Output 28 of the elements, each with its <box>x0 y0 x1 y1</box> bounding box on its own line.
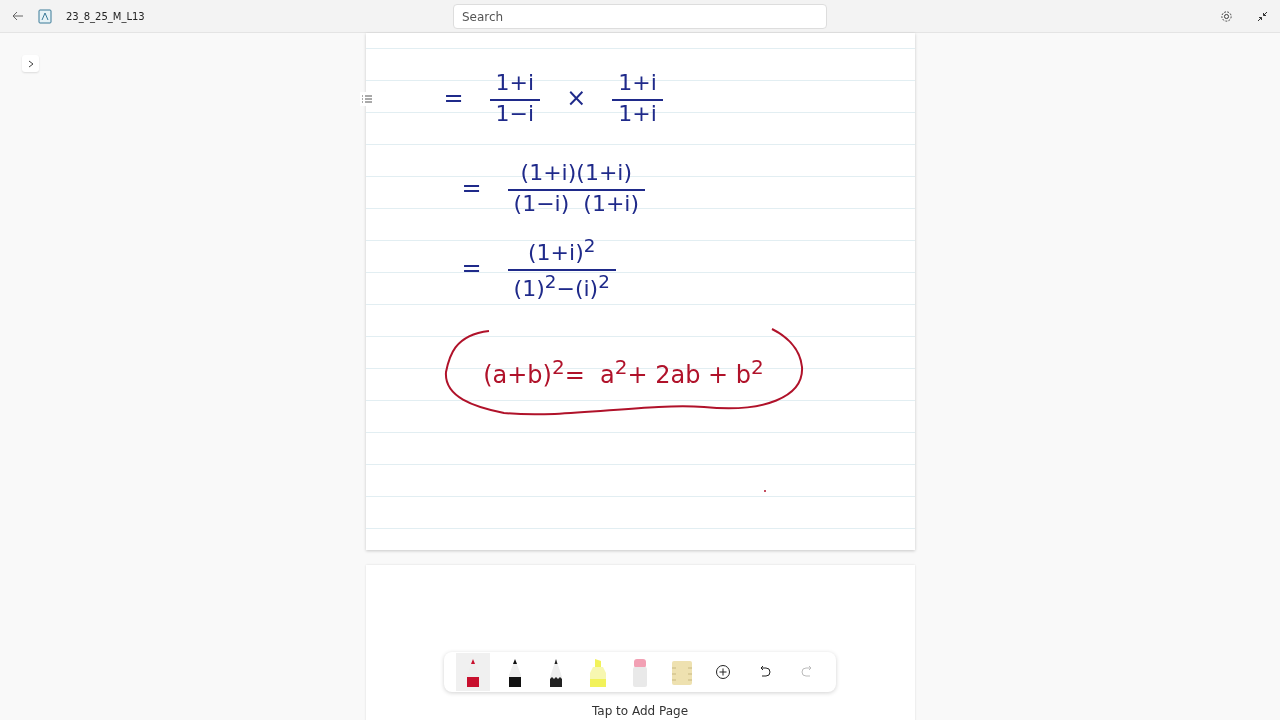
denominator: (1)$^{2}$−(i)$^{2}$ <box>507 269 616 302</box>
denominator: 1−i <box>489 99 541 126</box>
settings-icon[interactable] <box>1220 9 1233 23</box>
back-icon[interactable] <box>12 11 24 21</box>
equals-sign: = <box>461 254 482 282</box>
redo-icon <box>800 665 814 679</box>
numerator: 1+i <box>617 70 658 95</box>
notebook-icon <box>38 8 52 24</box>
outline-button[interactable] <box>359 92 374 106</box>
search-field[interactable]: Search <box>453 4 827 29</box>
equals-sign: = <box>461 174 482 202</box>
undo-icon <box>758 665 773 679</box>
operator: × <box>566 84 587 112</box>
add-icon <box>715 664 732 680</box>
denominator: 1+i <box>612 99 663 126</box>
numerator: (1+i)(1+i) <box>519 160 633 185</box>
expand-button[interactable] <box>22 55 39 72</box>
numerator: 1+i <box>494 70 536 95</box>
add-page-link[interactable]: Tap to Add Page <box>591 704 689 718</box>
list-icon <box>361 95 372 103</box>
denominator: (1−i) (1+i) <box>507 189 645 216</box>
equals-sign: = <box>443 84 464 112</box>
ruler-icon <box>670 658 693 686</box>
formula-note: (a+b)$^{2}$= a$^{2}$+ 2ab + b$^{2}$ <box>483 355 764 389</box>
numerator: (1+i)$^{2}$ <box>527 234 597 265</box>
collapse-icon[interactable] <box>1257 10 1268 22</box>
document-title: 23_8_25_M_L13 <box>66 10 145 22</box>
chevron-icon <box>27 59 34 68</box>
